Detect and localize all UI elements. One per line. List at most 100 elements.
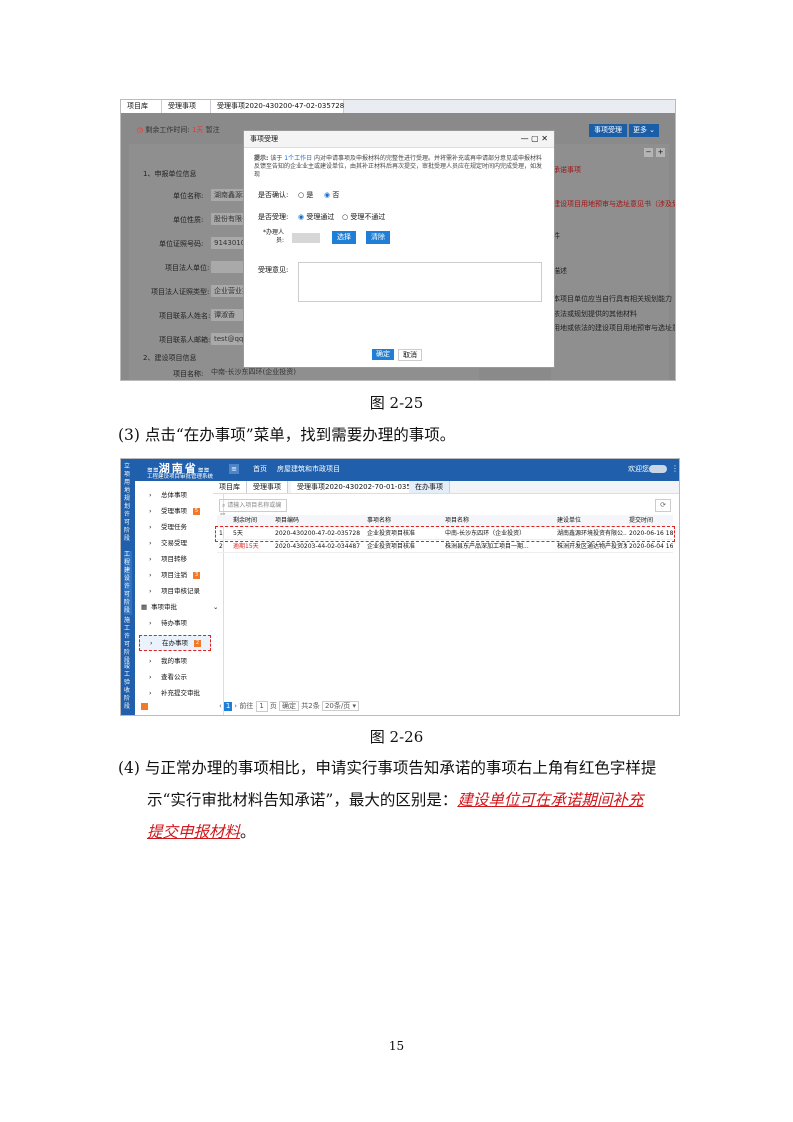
menu-todo-items[interactable]: › 待办事项 [135, 617, 223, 629]
tab-project-library[interactable]: 项目库 [121, 100, 162, 113]
table-row[interactable]: 1 5天 2020-430200-47-02-035728 企业投资项目核准 中… [215, 526, 675, 542]
clear-handler-button[interactable]: 清除 [366, 231, 390, 244]
label-unit-nature: 单位性质: [173, 216, 204, 224]
dialog-window-controls[interactable]: — ▢ ✕ [521, 134, 548, 143]
status-line: ◷ 剩余工作时间: 1天 暂注 [137, 126, 220, 135]
badge: 2 [194, 640, 201, 647]
nav-home[interactable]: 首页 [253, 465, 267, 474]
label-contact-name: 项目联系人姓名: [159, 312, 211, 320]
chevron-down-icon: ⌄ [213, 603, 219, 611]
stage-4[interactable]: 竣工验收阶段 [124, 663, 132, 711]
right-text-4: 描述 [553, 267, 567, 275]
menu-review-records[interactable]: › 项目审核记录 [135, 585, 223, 597]
per-page-select[interactable]: 20条/页 ▾ [321, 701, 359, 711]
more-button[interactable]: 更多 ⌄ [629, 124, 659, 137]
confirm-question: 是否确认: [258, 191, 289, 199]
menu-my-items[interactable]: › 我的事项 [135, 655, 223, 667]
user-avatar[interactable] [649, 465, 667, 473]
radio-empty-icon: ○ [298, 191, 305, 199]
welcome-text: 欢迎您, [628, 465, 652, 473]
radio-checked-icon: ◉ [298, 213, 305, 221]
menu-accepted-items[interactable]: › 受理事项 5 [135, 505, 223, 517]
menu-overall-items[interactable]: › 总体事项 [135, 489, 223, 501]
dialog-cancel-button[interactable]: 取消 [398, 349, 422, 361]
tip-link[interactable]: 1个工作日 [284, 155, 312, 162]
expand-icon: + [656, 148, 665, 157]
tab-accepted-items[interactable]: 受理事项 [162, 100, 211, 113]
status-label: 剩余工作时间: [145, 126, 190, 134]
confirm-page-button[interactable]: 确定 [279, 701, 300, 711]
next-page-icon[interactable]: › [234, 702, 237, 710]
tab-in-progress-items[interactable]: 在办事项 [409, 481, 450, 493]
tab-accepted-items[interactable]: 受理事项 [247, 481, 288, 493]
handler-label: *办理人员: [262, 229, 284, 244]
label-contact-email: 项目联系人邮箱: [159, 336, 211, 344]
menu-toggle-icon[interactable]: ≡ [229, 464, 239, 474]
handler-value [292, 233, 320, 243]
step-4-line-1: (4) 与正常办理的事项相比，申请实行事项告知承诺的事项右上角有红色字样提 [118, 759, 657, 777]
background-right-panel: − + 承诺事项 建设项目用地预审与选址意见书（涉及划拨土地 件 描述 本项目单… [551, 144, 675, 380]
right-text-5: 本项目单位应当自行具有相关规划能力 [553, 295, 672, 303]
search-icon: ⌕ [222, 502, 226, 509]
accept-pass-radio[interactable]: ◉ 受理通过 [298, 213, 334, 222]
accept-item-button[interactable]: 事项受理 [589, 124, 627, 137]
menu-supplement-submit[interactable]: › 补充提交审批 [135, 687, 223, 699]
menu-project-cancel[interactable]: › 项目注销 3 [135, 569, 223, 581]
tab-accepted-item-detail[interactable]: 受理事项2020-430200-47-02-035728 [211, 100, 344, 113]
status-value: 1天 [191, 126, 204, 134]
right-text-1: 承诺事项 [553, 166, 581, 174]
app-header: ≋≋湖南省≋≋ 工程建设项目审批管理系统 ≡ 首页 房屋建筑和市政项目 欢迎您,… [121, 459, 679, 481]
step-4-line-2: 示“实行审批材料告知承诺”，最大的区别是：建设单位可在承诺期间补充 [147, 791, 644, 809]
table-header: 剩余时间 项目编码 事项名称 项目名称 建设单位 提交时间 [217, 515, 673, 527]
status-tag: 暂注 [205, 126, 220, 134]
dialog-ok-button[interactable]: 确定 [372, 349, 394, 360]
more-vertical-icon[interactable]: ⋮ [671, 464, 679, 473]
total-count: 共2条 [301, 702, 320, 710]
label-license: 单位证照号码: [159, 240, 204, 248]
menu-item-approval[interactable]: ▦ 事项审批 ⌄ [135, 601, 223, 613]
label-unit-name: 单位名称: [173, 192, 204, 200]
dialog-header: 事项受理 — ▢ ✕ [244, 131, 554, 148]
confirm-yes-radio[interactable]: ○ 是 [298, 191, 313, 200]
page-input[interactable]: 1 [255, 701, 268, 712]
label-legal-license-type: 项目法人证照类型: [151, 288, 210, 296]
left-menu: › 总体事项 › 受理事项 5 › 受理任务 › 交易受理 › 项目转移 › 项目注销 3 › 项… [135, 481, 224, 715]
label-project-name: 项目名称: [173, 370, 204, 378]
confirm-no-radio[interactable]: ◉ 否 [324, 191, 339, 200]
emphasis-text: 提交申报材料 [147, 823, 241, 841]
stage-3[interactable]: 施工许可阶段 [124, 617, 132, 665]
emphasis-text: 建设单位可在承诺期间补充 [457, 791, 644, 809]
table-row[interactable]: 2 逾期15天 2020-430203-44-02-034487 企业投资项目核… [217, 541, 673, 553]
refresh-icon[interactable]: ⟳ [655, 499, 671, 512]
menu-public-notice[interactable]: › 查看公示 [135, 671, 223, 683]
current-page[interactable]: 1 [224, 702, 233, 711]
nav-building-projects[interactable]: 房屋建筑和市政项目 [277, 465, 340, 474]
search-input[interactable]: ⌕ 请输入项目名称或编码 [219, 499, 287, 520]
dialog-title: 事项受理 [250, 135, 278, 143]
step-3-text: (3) 点击“在办事项”菜单，找到需要办理的事项。 [118, 426, 456, 444]
collapse-sidebar-icon[interactable] [141, 703, 148, 710]
stage-1[interactable]: 立项用地规划许可阶段 [124, 463, 132, 543]
screenshot-in-progress-items: ≋≋湖南省≋≋ 工程建设项目审批管理系统 ≡ 首页 房屋建筑和市政项目 欢迎您,… [120, 458, 680, 716]
accept-fail-radio[interactable]: ○ 受理不通过 [342, 213, 385, 222]
right-text-6: 依法或规划提供的其他材料 [553, 310, 637, 318]
tab-project-library[interactable]: 项目库 [213, 481, 247, 493]
radio-empty-icon: ○ [342, 213, 349, 221]
collapse-icon: − [644, 148, 653, 157]
menu-in-progress-items[interactable]: › 在办事项 2 [139, 635, 211, 651]
form-section-1: 1、申报单位信息 [143, 170, 197, 178]
menu-accept-tasks[interactable]: › 受理任务 [135, 521, 223, 533]
select-handler-button[interactable]: 选择 [332, 231, 356, 244]
opinion-textarea[interactable] [298, 262, 542, 302]
badge: 5 [193, 508, 200, 515]
figure-caption-2-26: 图 2-26 [369, 728, 424, 746]
figure-caption-2-25: 图 2-25 [369, 394, 424, 412]
value-project-name: 中南-长沙东四环(企业投资) [211, 368, 296, 376]
menu-project-transfer[interactable]: › 项目转移 [135, 553, 223, 565]
grid-icon: ▦ [141, 603, 148, 611]
prev-page-icon[interactable]: ‹ [219, 702, 222, 710]
form-section-2: 2、建设项目信息 [143, 354, 197, 362]
menu-trade-accept[interactable]: › 交易受理 [135, 537, 223, 549]
stage-2[interactable]: 工程建设许可阶段 [124, 551, 132, 615]
step-4-line-3: 提交申报材料。 [147, 823, 256, 841]
